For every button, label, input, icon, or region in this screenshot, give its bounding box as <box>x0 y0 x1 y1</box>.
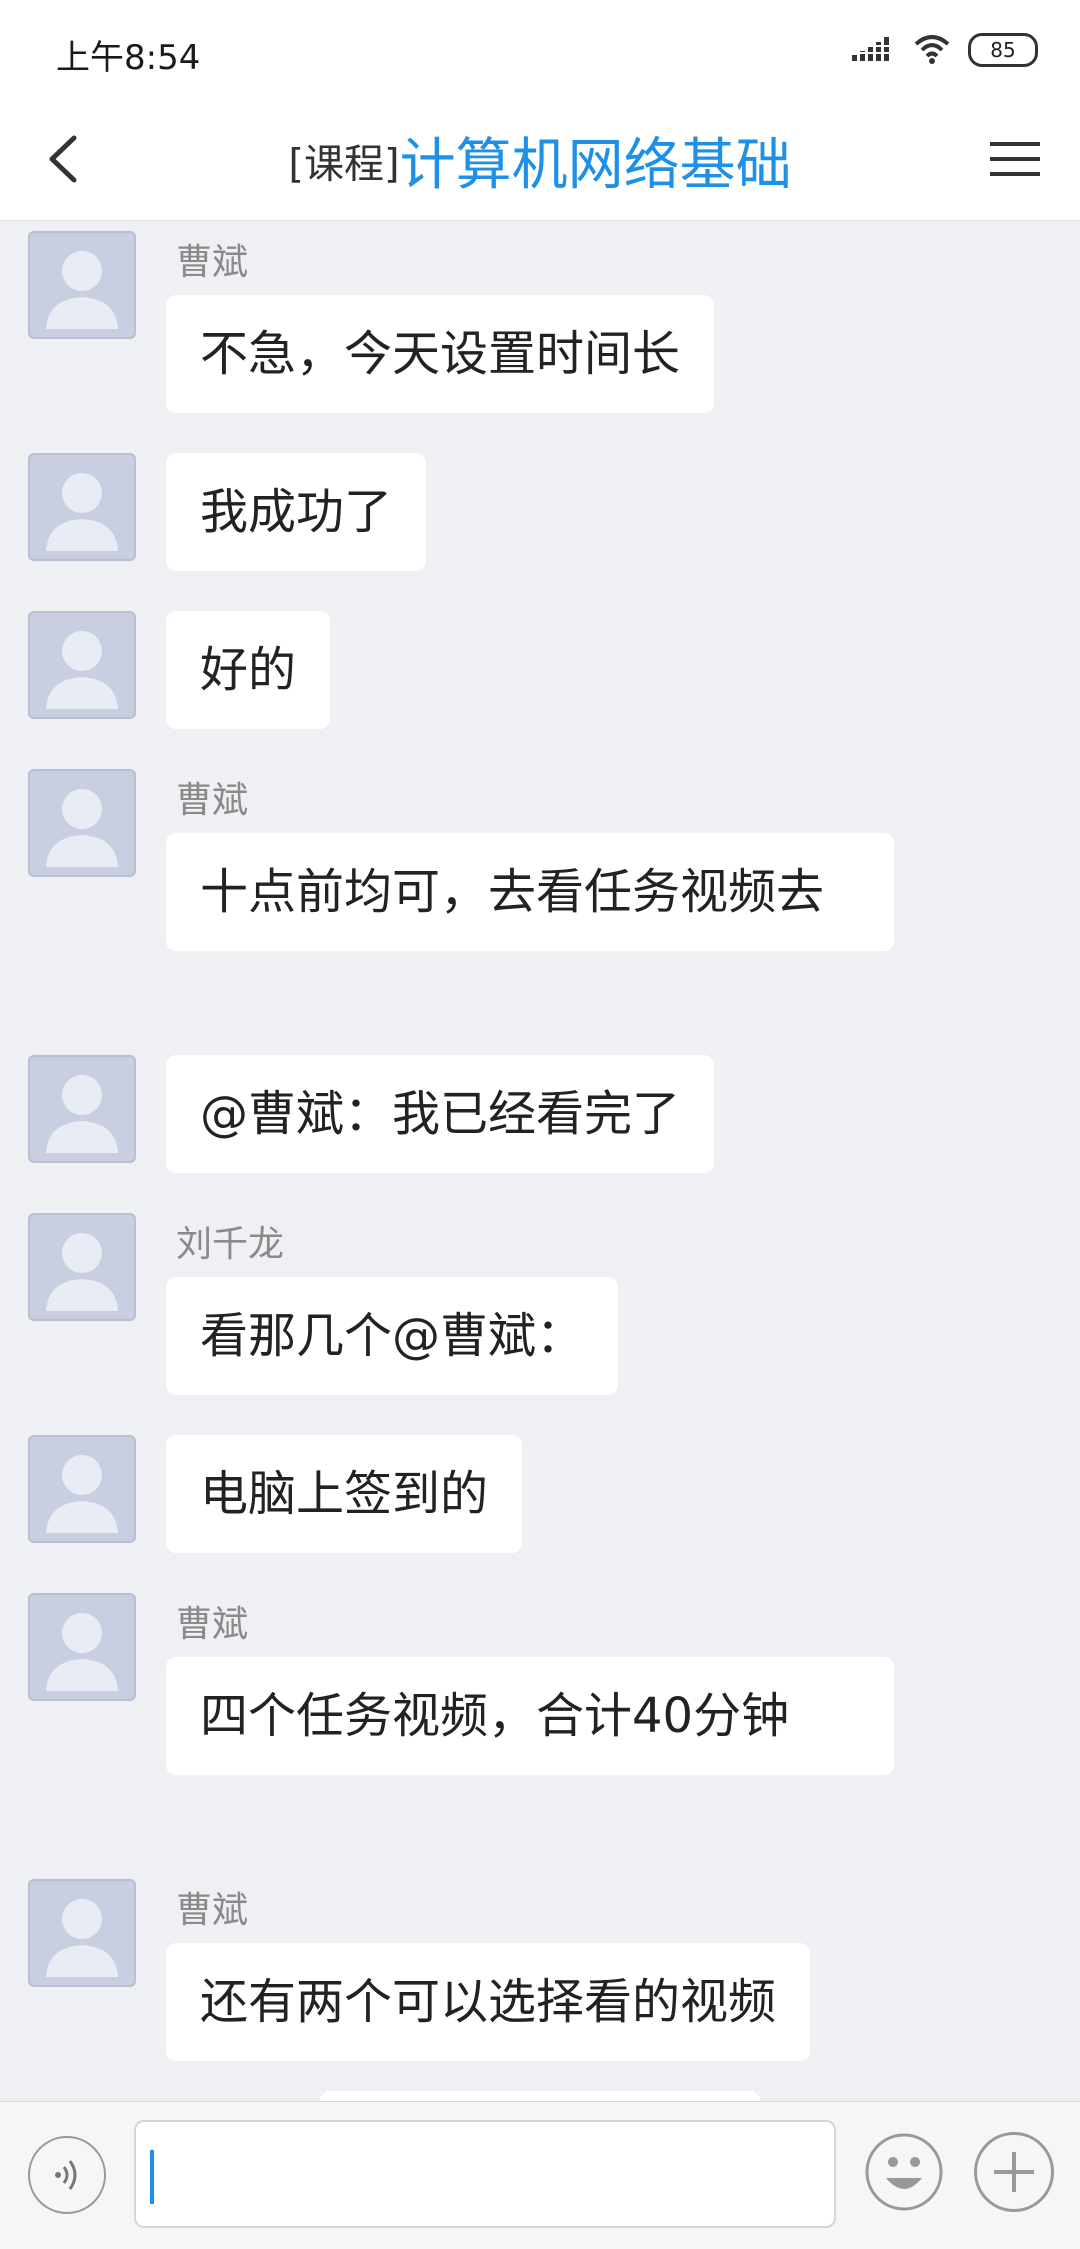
sender-name: 曹斌 <box>176 1604 249 1645</box>
avatar[interactable] <box>28 611 136 719</box>
battery-icon: 85 <box>968 33 1038 67</box>
user-avatar-icon <box>46 473 118 551</box>
partial-message-bubble <box>320 2091 760 2101</box>
back-button[interactable] <box>30 124 100 194</box>
avatar[interactable] <box>28 231 136 339</box>
message-bubble[interactable]: 不急，今天设置时间长 <box>166 295 715 413</box>
message-list[interactable]: 曹斌 不急，今天设置时间长 我成功了 好的 曹斌 十点前均可，去看任务视频去 @… <box>0 221 1080 2101</box>
sender-name: 曹斌 <box>176 242 249 283</box>
chat-header: [课程]计算机网络基础 <box>0 100 1080 221</box>
message-bubble[interactable]: 四个任务视频，合计40分钟 <box>166 1657 894 1775</box>
menu-button[interactable] <box>980 124 1050 194</box>
message-bubble[interactable]: 好的 <box>166 611 331 729</box>
emoji-icon <box>865 2133 943 2211</box>
avatar[interactable] <box>28 1435 136 1543</box>
input-bar <box>0 2101 1080 2249</box>
menu-icon <box>990 142 1040 176</box>
emoji-button[interactable] <box>864 2132 944 2212</box>
avatar[interactable] <box>28 1593 136 1701</box>
message-bubble[interactable]: 电脑上签到的 <box>166 1435 523 1553</box>
message-bubble[interactable]: 还有两个可以选择看的视频 <box>166 1943 811 2061</box>
avatar[interactable] <box>28 453 136 561</box>
chevron-left-icon <box>49 135 77 183</box>
avatar[interactable] <box>28 1213 136 1321</box>
user-avatar-icon <box>46 1233 118 1311</box>
page-title: [课程]计算机网络基础 <box>120 120 960 200</box>
voice-button[interactable] <box>28 2136 106 2214</box>
signal-icon <box>852 33 896 67</box>
user-avatar-icon <box>46 1899 118 1977</box>
sender-name: 刘千龙 <box>176 1224 285 1265</box>
user-avatar-icon <box>46 1455 118 1533</box>
avatar[interactable] <box>28 1879 136 1987</box>
sender-name: 曹斌 <box>176 780 249 821</box>
plus-button[interactable] <box>974 2132 1054 2212</box>
message-input[interactable] <box>134 2120 836 2228</box>
title-main: 计算机网络基础 <box>399 133 792 198</box>
user-avatar-icon <box>46 789 118 867</box>
user-avatar-icon <box>46 631 118 709</box>
plus-icon <box>994 2152 1034 2192</box>
user-avatar-icon <box>46 1613 118 1691</box>
voice-icon <box>55 2160 77 2190</box>
status-bar: 上午8:54 85 <box>0 0 1080 100</box>
user-avatar-icon <box>46 1075 118 1153</box>
message-bubble[interactable]: 十点前均可，去看任务视频去 <box>166 833 894 951</box>
text-cursor <box>150 2150 154 2204</box>
title-prefix: [课程] <box>288 141 400 188</box>
wifi-icon <box>912 32 952 68</box>
message-bubble[interactable]: @曹斌：我已经看完了 <box>166 1055 715 1173</box>
status-time: 上午8:54 <box>56 38 201 78</box>
message-bubble[interactable]: 我成功了 <box>166 453 427 571</box>
avatar[interactable] <box>28 1055 136 1163</box>
sender-name: 曹斌 <box>176 1890 249 1931</box>
status-icons: 85 <box>852 28 1038 72</box>
user-avatar-icon <box>46 251 118 329</box>
avatar[interactable] <box>28 769 136 877</box>
message-bubble[interactable]: 看那几个@曹斌： <box>166 1277 619 1395</box>
